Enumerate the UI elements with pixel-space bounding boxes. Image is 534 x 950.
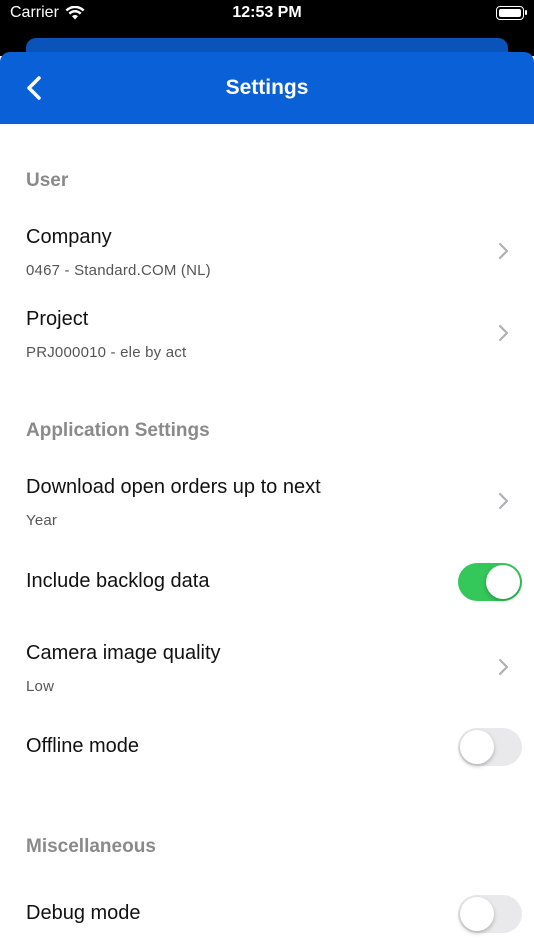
company-value: 0467 - Standard.COM (NL) <box>26 262 211 279</box>
company-title: Company <box>26 226 112 248</box>
debug-mode-row: Debug mode <box>0 886 534 946</box>
page-title: Settings <box>225 76 309 99</box>
nav-bar: Settings <box>0 52 534 124</box>
section-header-user: User <box>26 170 69 191</box>
backlog-toggle[interactable] <box>458 563 522 601</box>
project-row[interactable]: Project PRJ000010 - ele by act <box>0 294 534 370</box>
chevron-right-icon <box>498 658 509 676</box>
chevron-right-icon <box>498 242 509 260</box>
section-header-application: Application Settings <box>26 420 210 441</box>
offline-mode-title: Offline mode <box>26 735 140 757</box>
toggle-knob <box>486 565 520 599</box>
debug-mode-toggle[interactable] <box>458 895 522 933</box>
download-orders-row[interactable]: Download open orders up to next Year <box>0 462 534 538</box>
toggle-knob <box>460 730 494 764</box>
backlog-row: Include backlog data <box>0 554 534 614</box>
project-title: Project <box>26 308 89 330</box>
project-value: PRJ000010 - ele by act <box>26 344 187 361</box>
download-orders-title: Download open orders up to next <box>26 476 321 498</box>
toggle-knob <box>460 897 494 931</box>
status-time: 12:53 PM <box>232 4 302 21</box>
download-orders-value: Year <box>26 512 58 529</box>
offline-mode-toggle[interactable] <box>458 728 522 766</box>
offline-mode-row: Offline mode <box>0 719 534 779</box>
camera-quality-row[interactable]: Camera image quality Low <box>0 628 534 704</box>
backlog-title: Include backlog data <box>26 570 210 592</box>
chevron-right-icon <box>498 492 509 510</box>
camera-quality-title: Camera image quality <box>26 642 221 664</box>
camera-quality-value: Low <box>26 678 55 695</box>
debug-mode-title: Debug mode <box>26 902 141 924</box>
battery-icon <box>496 6 527 20</box>
company-row[interactable]: Company 0467 - Standard.COM (NL) <box>0 212 534 288</box>
section-header-misc: Miscellaneous <box>26 836 156 857</box>
chevron-right-icon <box>498 324 509 342</box>
